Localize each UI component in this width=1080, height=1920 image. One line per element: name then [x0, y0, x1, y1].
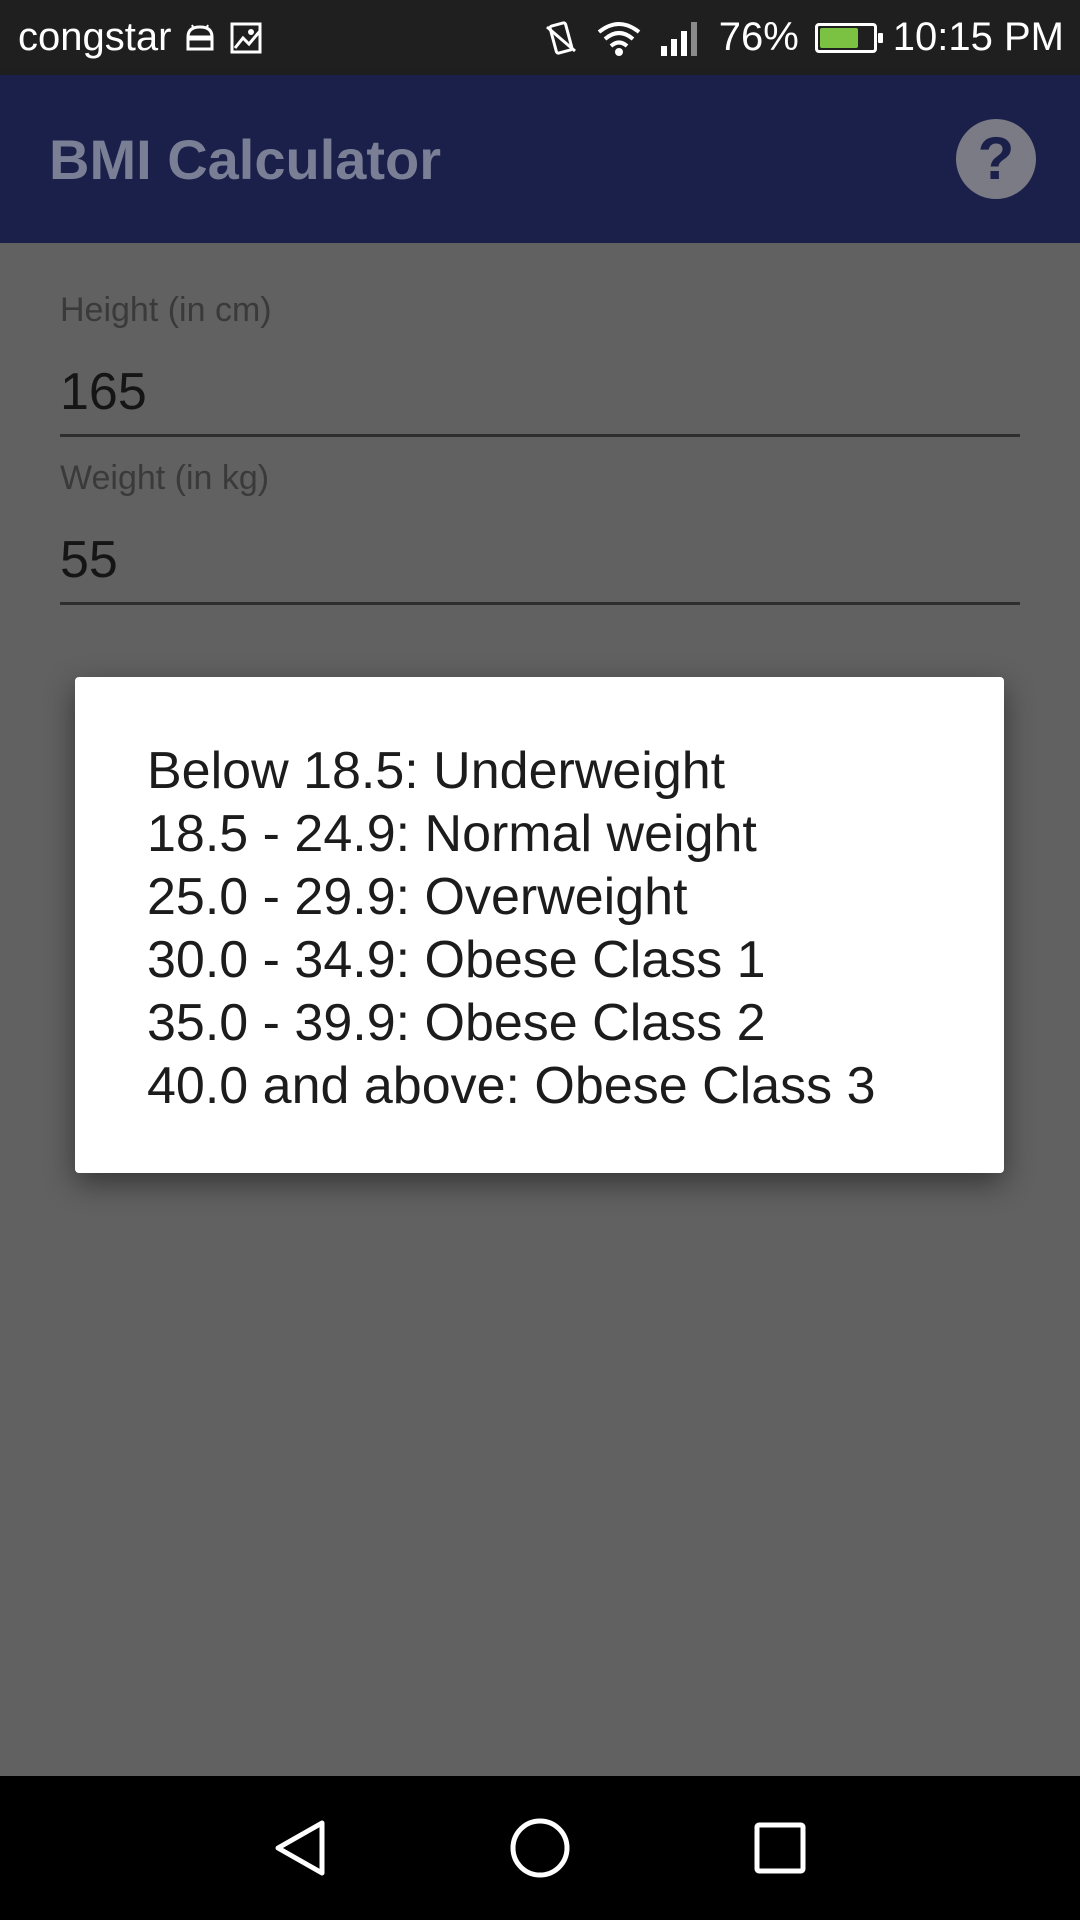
home-button[interactable]	[500, 1776, 580, 1920]
app-bar: BMI Calculator ?	[0, 75, 1080, 243]
height-label: Height (in cm)	[60, 291, 272, 329]
vibrate-icon	[543, 19, 579, 57]
battery-level-fill	[819, 27, 859, 48]
dialog-line: 35.0 - 39.9: Obese Class 2	[147, 994, 766, 1052]
dialog-line: 30.0 - 34.9: Obese Class 1	[147, 931, 766, 989]
dialog-line: 18.5 - 24.9: Normal weight	[147, 805, 757, 863]
battery-percent: 76%	[718, 15, 799, 59]
status-left: congstar	[18, 15, 543, 60]
status-right: 76% 10:15 PM	[543, 15, 1064, 60]
carrier-name: congstar	[18, 15, 172, 59]
clock: 10:15 PM	[892, 15, 1064, 59]
back-icon	[275, 1820, 325, 1876]
wifi-icon	[595, 19, 643, 57]
app-title: BMI Calculator	[49, 127, 442, 191]
image-icon	[229, 21, 263, 55]
bmi-categories-dialog[interactable]: Below 18.5: Underweight 18.5 - 24.9: Nor…	[75, 677, 1004, 1173]
height-field: Height (in cm) 165	[60, 291, 1020, 437]
battery-charging-icon	[814, 22, 883, 53]
recents-icon	[754, 1822, 806, 1874]
height-input[interactable]: 165	[60, 362, 1020, 437]
dialog-line: Below 18.5: Underweight	[147, 742, 726, 800]
status-bar: congstar 76% 10:15 PM	[0, 0, 1080, 75]
help-button[interactable]: ?	[956, 119, 1036, 199]
recents-button[interactable]	[740, 1776, 820, 1920]
help-icon: ?	[977, 125, 1015, 192]
signal-icon	[659, 20, 703, 56]
screen: congstar 76% 10:15 PM BMI Calculator ? H…	[0, 0, 1080, 1920]
dialog-line: 25.0 - 29.9: Overweight	[147, 868, 688, 926]
weight-label: Weight (in kg)	[60, 459, 270, 497]
navigation-bar	[0, 1776, 1080, 1920]
weight-field: Weight (in kg) 55	[60, 459, 1020, 605]
android-icon	[183, 23, 217, 53]
home-icon	[510, 1818, 570, 1878]
dialog-line: 40.0 and above: Obese Class 3	[147, 1057, 876, 1115]
back-button[interactable]	[260, 1776, 340, 1920]
weight-input[interactable]: 55	[60, 530, 1020, 605]
